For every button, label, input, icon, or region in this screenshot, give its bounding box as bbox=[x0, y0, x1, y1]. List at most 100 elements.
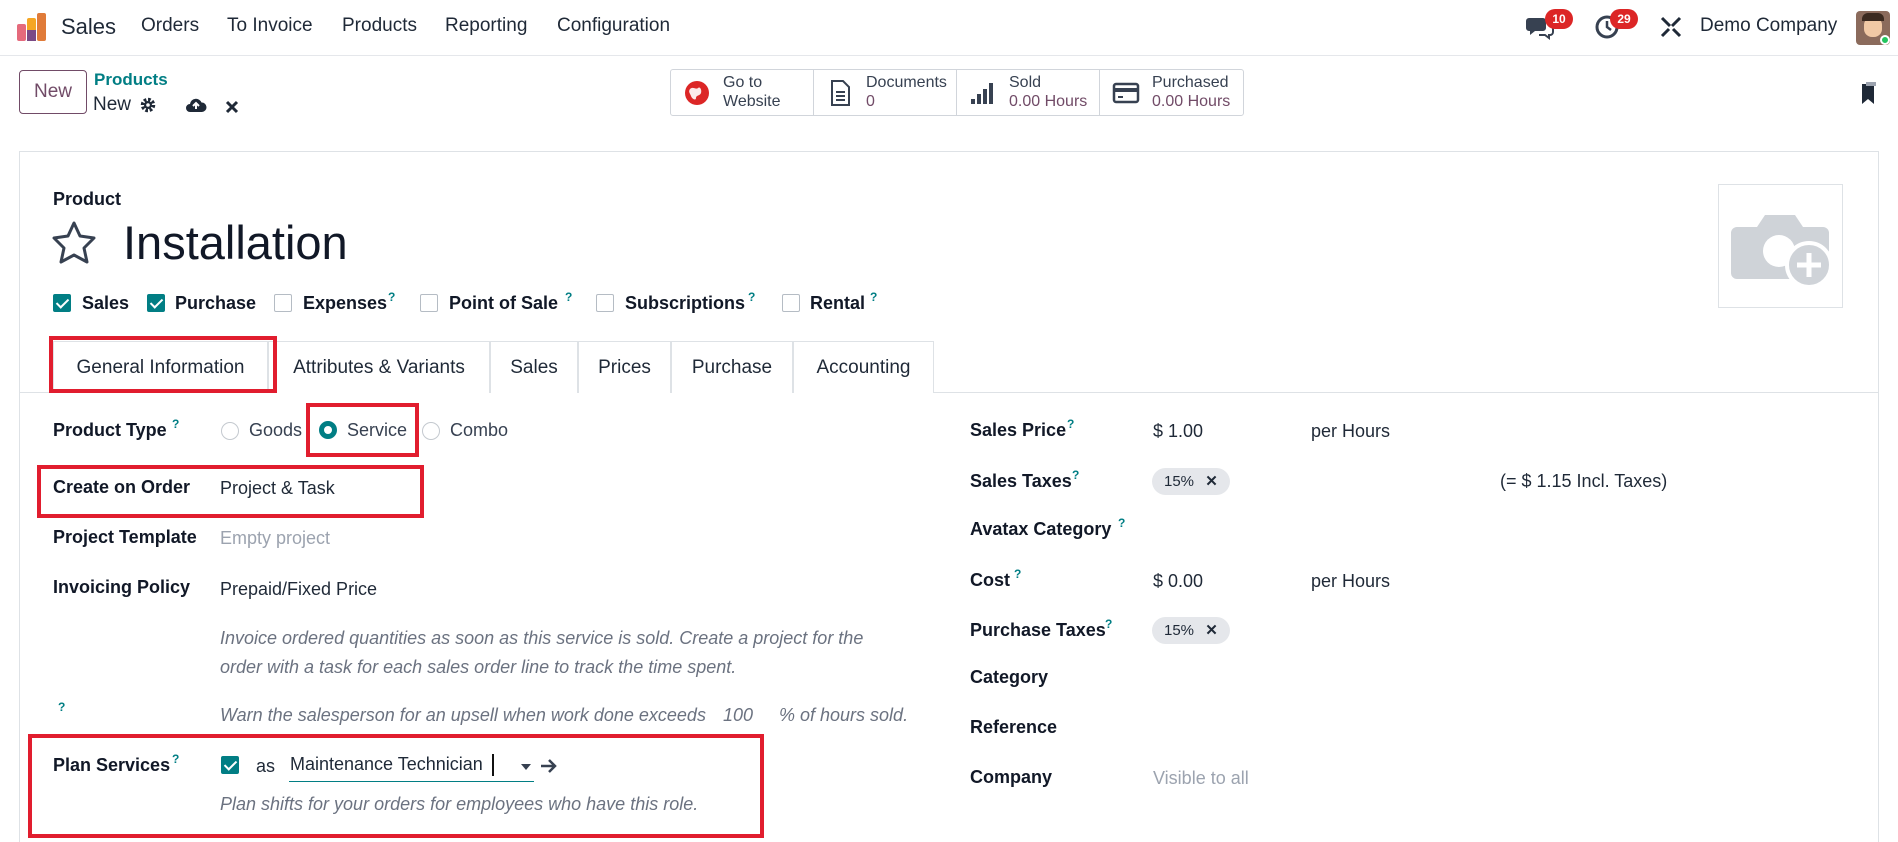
tab-purchase[interactable]: Purchase bbox=[671, 341, 793, 393]
highlight-general-information-tab bbox=[49, 336, 277, 393]
discard-icon[interactable] bbox=[225, 99, 239, 114]
purchased-button[interactable]: Purchased 0.00 Hours bbox=[1100, 70, 1243, 115]
menu-reporting[interactable]: Reporting bbox=[445, 15, 527, 37]
purchase-checkbox[interactable] bbox=[147, 294, 165, 312]
invoicing-note-line2: order with a task for each sales order l… bbox=[220, 657, 737, 677]
subscriptions-flag-label: Subscriptions bbox=[625, 293, 746, 313]
sales-taxes-help-icon[interactable]: ? bbox=[1072, 468, 1079, 482]
smart-buttons: Go to Website Documents 0 Sold 0.00 Hour… bbox=[670, 69, 1244, 116]
breadcrumb-current: New bbox=[93, 94, 132, 115]
sold-label: Sold bbox=[1009, 74, 1042, 91]
product-image-placeholder[interactable] bbox=[1718, 184, 1843, 308]
subscriptions-help-icon[interactable]: ? bbox=[748, 290, 755, 304]
favorite-star-icon[interactable] bbox=[51, 220, 97, 264]
breadcrumb-products[interactable]: Products bbox=[94, 70, 168, 90]
purchase-taxes-label: Purchase Taxes bbox=[970, 620, 1106, 640]
point-of-sale-help-icon[interactable]: ? bbox=[565, 290, 572, 304]
menu-configuration[interactable]: Configuration bbox=[557, 15, 670, 37]
product-header-label: Product bbox=[53, 189, 122, 209]
odoo-app-icon[interactable] bbox=[16, 12, 48, 42]
rental-flag-label: Rental bbox=[810, 293, 866, 313]
invoicing-policy-label: Invoicing Policy bbox=[53, 577, 191, 597]
remove-tag-icon[interactable]: ✕ bbox=[1205, 622, 1218, 639]
remove-tag-icon[interactable]: ✕ bbox=[1205, 473, 1218, 490]
rental-checkbox[interactable] bbox=[782, 294, 800, 312]
purchase-tax-tag[interactable]: 15% ✕ bbox=[1152, 617, 1230, 644]
product-type-goods-label[interactable]: Goods bbox=[249, 420, 302, 441]
signal-icon bbox=[971, 83, 993, 104]
save-cloud-icon[interactable] bbox=[185, 97, 207, 113]
user-avatar[interactable] bbox=[1856, 11, 1890, 45]
subscriptions-checkbox[interactable] bbox=[596, 294, 614, 312]
website-label: Website bbox=[723, 93, 781, 110]
menu-orders[interactable]: Orders bbox=[141, 15, 199, 37]
purchase-tax-tag-label: 15% bbox=[1164, 622, 1195, 639]
tab-sales[interactable]: Sales bbox=[490, 341, 578, 393]
upsell-text-before: Warn the salesperson for an upsell when … bbox=[220, 705, 706, 725]
category-label: Category bbox=[970, 667, 1049, 687]
expenses-checkbox[interactable] bbox=[274, 294, 292, 312]
tab-prices[interactable]: Prices bbox=[578, 341, 671, 393]
company-input[interactable]: Visible to all bbox=[1153, 768, 1249, 789]
menu-products[interactable]: Products bbox=[342, 15, 417, 37]
messages-count-badge: 10 bbox=[1545, 9, 1573, 29]
expenses-help-icon[interactable]: ? bbox=[388, 290, 395, 304]
sales-price-uom: per Hours bbox=[1311, 421, 1391, 441]
cost-input[interactable]: $ 0.00 bbox=[1153, 571, 1203, 592]
sales-flag-label: Sales bbox=[82, 293, 130, 313]
sold-button[interactable]: Sold 0.00 Hours bbox=[957, 70, 1100, 115]
sales-taxes-label: Sales Taxes bbox=[970, 471, 1072, 491]
sold-value: 0.00 Hours bbox=[1009, 93, 1088, 110]
top-navbar: Sales Orders To Invoice Products Reporti… bbox=[0, 0, 1898, 56]
sales-tax-tag-label: 15% bbox=[1164, 473, 1195, 490]
product-type-combo-radio[interactable] bbox=[422, 422, 440, 440]
chatter-toggle-icon[interactable] bbox=[1858, 82, 1878, 108]
highlight-service-radio bbox=[306, 403, 419, 457]
point-of-sale-checkbox[interactable] bbox=[420, 294, 438, 312]
purchased-label: Purchased bbox=[1152, 74, 1229, 91]
tab-attributes-variants[interactable]: Attributes & Variants bbox=[268, 341, 490, 393]
new-button[interactable]: New bbox=[19, 70, 87, 114]
tools-icon[interactable] bbox=[1659, 15, 1683, 39]
company-label: Company bbox=[970, 767, 1053, 787]
product-name-input[interactable]: Installation bbox=[123, 215, 348, 270]
cost-help-icon[interactable]: ? bbox=[1014, 567, 1021, 581]
product-type-combo-label[interactable]: Combo bbox=[450, 420, 508, 441]
invoicing-note-line1: Invoice ordered quantities as soon as th… bbox=[220, 628, 864, 648]
upsell-text-after: % of hours sold. bbox=[779, 705, 909, 725]
rental-help-icon[interactable]: ? bbox=[870, 290, 877, 304]
sales-price-help-icon[interactable]: ? bbox=[1067, 417, 1074, 431]
company-switcher[interactable]: Demo Company bbox=[1700, 15, 1837, 37]
menu-to-invoice[interactable]: To Invoice bbox=[227, 15, 313, 37]
sales-price-input[interactable]: $ 1.00 bbox=[1153, 421, 1203, 442]
point-of-sale-flag-label: Point of Sale bbox=[449, 293, 559, 313]
credit-card-icon bbox=[1112, 82, 1140, 104]
gear-icon[interactable] bbox=[139, 96, 157, 114]
purchased-value: 0.00 Hours bbox=[1152, 93, 1231, 110]
go-to-website-button[interactable]: Go to Website bbox=[671, 70, 814, 115]
highlight-create-on-order bbox=[37, 465, 424, 518]
sales-price-label: Sales Price bbox=[970, 420, 1067, 440]
tab-accounting[interactable]: Accounting bbox=[793, 341, 934, 393]
project-template-input[interactable]: Empty project bbox=[220, 528, 330, 549]
upsell-threshold-input[interactable]: 100 bbox=[723, 705, 753, 726]
expenses-flag-label: Expenses bbox=[303, 293, 388, 313]
avatax-help-icon[interactable]: ? bbox=[1118, 516, 1125, 530]
highlight-plan-services bbox=[28, 734, 764, 838]
product-type-help-icon[interactable]: ? bbox=[172, 417, 179, 431]
sales-checkbox[interactable] bbox=[53, 294, 71, 312]
upsell-help-icon[interactable]: ? bbox=[58, 700, 65, 714]
purchase-flag-label: Purchase bbox=[175, 293, 257, 313]
product-type-goods-radio[interactable] bbox=[221, 422, 239, 440]
app-name[interactable]: Sales bbox=[61, 14, 116, 40]
purchase-taxes-help-icon[interactable]: ? bbox=[1105, 617, 1112, 631]
document-icon bbox=[831, 80, 850, 106]
incl-taxes-text: (= $ 1.15 Incl. Taxes) bbox=[1500, 471, 1668, 491]
documents-count: 0 bbox=[866, 93, 875, 110]
globe-icon bbox=[685, 81, 709, 105]
project-template-label: Project Template bbox=[53, 527, 197, 547]
invoicing-policy-select[interactable]: Prepaid/Fixed Price bbox=[220, 579, 377, 600]
documents-label: Documents bbox=[866, 74, 947, 91]
documents-button[interactable]: Documents 0 bbox=[814, 70, 957, 115]
sales-tax-tag[interactable]: 15% ✕ bbox=[1152, 468, 1230, 495]
